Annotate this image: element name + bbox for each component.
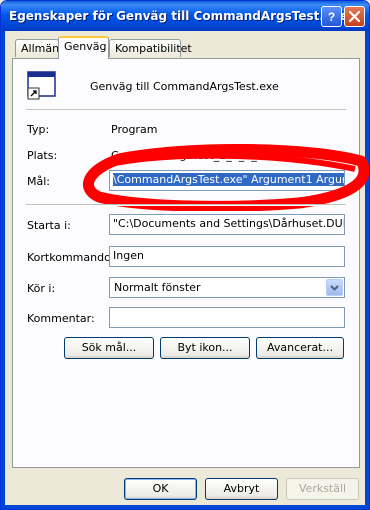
window-frame-right	[365, 31, 369, 509]
separator	[26, 204, 346, 206]
hotkey-label: Kortkommando:	[27, 251, 115, 264]
change-icon-button[interactable]: Byt ikon...	[160, 337, 250, 359]
separator	[26, 109, 346, 111]
comment-label: Kommentar:	[27, 312, 95, 325]
question-icon: ?	[328, 10, 335, 23]
shortcut-name: Genväg till CommandArgsTest.exe	[90, 80, 279, 93]
run-select-value: Normalt fönster	[114, 281, 201, 294]
start-in-label: Starta i:	[27, 219, 71, 232]
chevron-down-icon	[330, 285, 339, 291]
start-in-field[interactable]: "C:\Documents and Settings\Dårhuset.DUMB…	[109, 214, 345, 235]
run-label: Kör i:	[27, 282, 56, 295]
properties-dialog: Egenskaper för Genväg till CommandArgsTe…	[0, 0, 370, 510]
tab-shortcut[interactable]: Genväg	[58, 36, 109, 59]
cancel-button[interactable]: Avbryt	[205, 478, 278, 500]
advanced-button[interactable]: Avancerat...	[256, 337, 344, 359]
title-bar[interactable]: Egenskaper för Genväg till CommandArgsTe…	[1, 1, 369, 31]
close-button[interactable]	[344, 6, 365, 27]
window-title: Egenskaper för Genväg till CommandArgsTe…	[9, 9, 348, 23]
window-frame-bottom	[1, 505, 369, 509]
location-label: Plats:	[27, 149, 58, 162]
ok-button[interactable]: OK	[124, 478, 197, 500]
type-value: Program	[111, 123, 158, 136]
target-label: Mål:	[27, 175, 50, 188]
red-annotation-scribble	[83, 143, 369, 211]
type-label: Typ:	[27, 123, 50, 136]
tab-compatibility[interactable]: Kompatibilitet	[109, 39, 192, 57]
svg-text:?: ?	[328, 10, 335, 23]
hotkey-field[interactable]: Ingen	[109, 246, 345, 267]
run-select[interactable]: Normalt fönster	[109, 277, 345, 298]
close-icon	[348, 10, 361, 23]
tab-general[interactable]: Allmänt	[15, 39, 63, 57]
shortcut-app-icon	[27, 71, 56, 100]
find-target-button[interactable]: Sök mål...	[64, 337, 154, 359]
comment-field[interactable]	[109, 307, 345, 328]
apply-button[interactable]: Verkställ	[286, 478, 359, 500]
window-frame-left	[1, 31, 5, 509]
dropdown-button[interactable]	[326, 279, 343, 296]
help-button[interactable]: ?	[321, 6, 342, 27]
